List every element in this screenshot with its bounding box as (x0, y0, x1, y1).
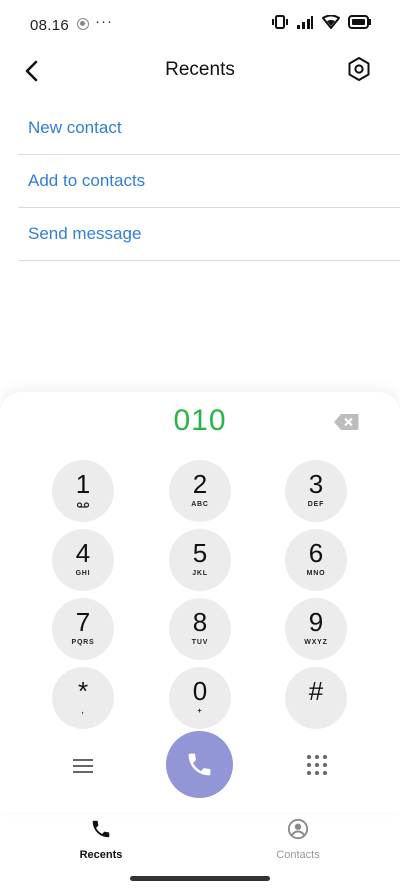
app-header: Recents (0, 48, 400, 94)
phone-icon (92, 820, 110, 838)
key-star[interactable]: * , (52, 667, 114, 729)
key-digit: 5 (192, 538, 208, 568)
backspace-icon (334, 414, 359, 430)
key-digit: * (77, 676, 89, 706)
dialpad-grid-icon (307, 755, 327, 775)
key-9[interactable]: 9 WXYZ (285, 598, 347, 660)
wifi-icon (322, 15, 340, 29)
key-8[interactable]: 8 TUV (169, 598, 231, 660)
new-contact-action[interactable]: New contact (18, 102, 400, 155)
key-7[interactable]: 7 PQRS (52, 598, 114, 660)
nav-contacts-label: Contacts (276, 849, 320, 861)
bottom-nav: Recents Contacts (0, 812, 400, 872)
key-digit: 3 (308, 469, 324, 499)
hamburger-icon (73, 759, 93, 773)
menu-button[interactable] (71, 756, 95, 776)
key-letters: GHI (75, 570, 91, 577)
key-1[interactable]: 1 (52, 460, 114, 522)
status-more-icon: ··· (95, 13, 113, 30)
key-digit: # (308, 676, 324, 706)
nav-contacts[interactable]: Contacts (253, 818, 343, 861)
add-to-contacts-action[interactable]: Add to contacts (18, 155, 400, 208)
notification-icon (77, 18, 89, 30)
key-digit: 4 (75, 538, 91, 568)
key-letters: , (81, 708, 85, 715)
signal-icon (297, 16, 313, 29)
key-3[interactable]: 3 DEF (285, 460, 347, 522)
action-label: Send message (28, 224, 142, 243)
battery-icon (348, 15, 371, 29)
key-letters: WXYZ (304, 639, 328, 646)
call-button[interactable] (166, 731, 233, 798)
key-hash[interactable]: # (285, 667, 347, 729)
key-5[interactable]: 5 JKL (169, 529, 231, 591)
key-2[interactable]: 2 ABC (169, 460, 231, 522)
action-label: New contact (28, 118, 122, 137)
status-icons (272, 15, 372, 29)
settings-button[interactable] (346, 56, 372, 82)
action-list: New contact Add to contacts Send message (18, 102, 400, 261)
key-digit: 9 (308, 607, 324, 637)
key-digit: 1 (75, 469, 91, 499)
voicemail-icon (77, 502, 89, 508)
key-letters: DEF (307, 501, 325, 508)
nav-recents-label: Recents (79, 849, 123, 861)
settings-hexagon-icon (348, 57, 370, 81)
key-letters: + (197, 708, 203, 715)
key-0[interactable]: 0 + (169, 667, 231, 729)
key-digit: 0 (192, 676, 208, 706)
page-title: Recents (165, 59, 235, 80)
nav-recents[interactable]: Recents (56, 818, 146, 861)
dialpad-toggle-button[interactable] (305, 753, 329, 777)
key-letters: MNO (306, 570, 326, 577)
key-letters: ABC (191, 501, 209, 508)
key-digit: 6 (308, 538, 324, 568)
status-time: 08.16 (30, 17, 70, 34)
key-4[interactable]: 4 GHI (52, 529, 114, 591)
key-digit: 7 (75, 607, 91, 637)
key-digit: 8 (192, 607, 208, 637)
key-letters: PQRS (71, 639, 95, 646)
send-message-action[interactable]: Send message (18, 208, 400, 261)
key-digit: 2 (192, 469, 208, 499)
action-label: Add to contacts (28, 171, 146, 190)
person-circle-icon (287, 818, 309, 840)
vibrate-icon (272, 15, 288, 29)
key-letters: JKL (192, 570, 208, 577)
key-letters: TUV (191, 639, 209, 646)
home-indicator[interactable] (130, 876, 270, 881)
key-6[interactable]: 6 MNO (285, 529, 347, 591)
phone-icon (188, 753, 211, 776)
status-bar: 08.16 ··· (0, 0, 400, 48)
backspace-button[interactable] (333, 413, 359, 431)
